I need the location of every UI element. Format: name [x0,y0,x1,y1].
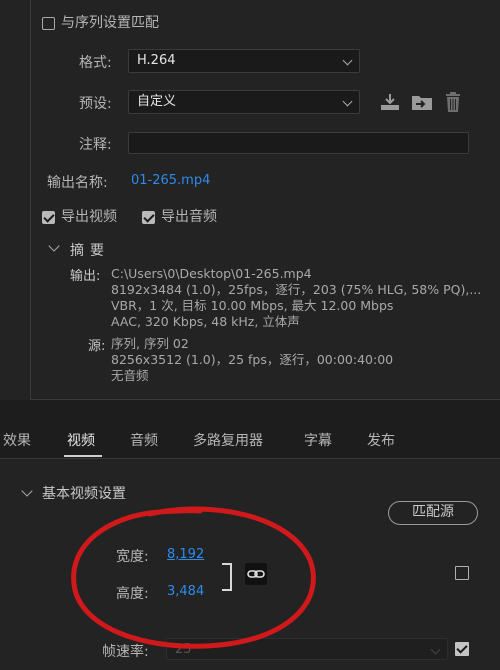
checkbox-box[interactable] [42,211,55,224]
format-value: H.264 [137,53,176,68]
summary-source-label: 源: [88,339,106,354]
basic-video-settings-panel: 基本视频设置 匹配源 宽度: 8,192 高度: 3,484 帧速率: 25 [0,458,500,670]
tab-captions[interactable]: 字幕 [304,430,332,450]
preset-label: 预设: [79,96,112,112]
tab-multiplexer[interactable]: 多路复用器 [193,430,263,450]
frame-rate-label: 帧速率: [102,644,149,660]
chevron-down-icon [342,55,353,66]
summary-output-label: 输出: [70,269,101,284]
match-source-button[interactable]: 匹配源 [388,501,478,525]
output-name-link[interactable]: 01-265.mp4 [131,173,210,188]
active-tab-indicator [64,455,102,457]
link-icon [247,570,265,578]
frame-rate-value: 25 [175,642,192,657]
checkbox-box[interactable] [42,17,55,30]
summary-source-line: 序列, 序列 02 [111,336,189,351]
basic-video-title: 基本视频设置 [42,486,126,502]
import-preset-icon[interactable] [410,92,434,112]
width-label: 宽度: [116,549,149,565]
summary-output-line: AAC, 320 Kbps, 48 kHz, 立体声 [111,314,300,329]
aspect-lock-bracket [222,563,232,591]
export-audio-checkbox[interactable] [142,209,155,228]
comment-label: 注释: [79,137,112,153]
height-label: 高度: [116,586,149,602]
chevron-down-icon [342,96,353,107]
tab-video[interactable]: 视频 [67,430,95,450]
frame-rate-dropdown[interactable]: 25 [166,638,448,660]
export-video-checkbox[interactable] [42,209,55,228]
summary-output-line: VBR，1 次, 目标 10.00 Mbps, 最大 12.00 Mbps [111,298,394,313]
format-dropdown[interactable]: H.264 [128,49,360,73]
preset-dropdown[interactable]: 自定义 [128,90,360,114]
export-audio-label: 导出音频 [161,209,217,225]
comment-input[interactable] [128,132,469,154]
chevron-down-icon [430,644,441,655]
tab-audio[interactable]: 音频 [130,430,158,450]
preset-value: 自定义 [137,94,177,109]
export-video-label: 导出视频 [61,209,117,225]
summary-source-line: 无音频 [111,368,149,383]
resize-checkbox[interactable] [455,566,469,580]
output-name-label: 输出名称: [47,175,108,191]
height-value[interactable]: 3,484 [167,584,204,599]
format-label: 格式: [79,55,112,71]
match-sequence-label: 与序列设置匹配 [61,15,159,31]
settings-tabs: 效果 视频 音频 多路复用器 字幕 发布 [0,422,500,457]
match-sequence-checkbox[interactable] [42,15,55,34]
collapse-chevron-icon[interactable] [21,485,33,497]
summary-output-line: C:\Users\0\Desktop\01-265.mp4 [111,266,312,281]
tab-effects[interactable]: 效果 [3,430,31,450]
save-preset-icon[interactable] [379,92,401,112]
tab-publish[interactable]: 发布 [367,430,395,450]
frame-rate-match-checkbox[interactable] [455,642,469,656]
width-value[interactable]: 8,192 [167,547,204,562]
checkbox-box[interactable] [142,211,155,224]
checkmark-icon [456,642,468,654]
summary-title: 摘要 [70,243,110,259]
delete-preset-icon[interactable] [444,91,462,113]
constrain-proportions-button[interactable] [245,563,267,585]
summary-source-line: 8256x3512 (1.0)，25 fps，逐行，00:00:40:00 [111,352,394,367]
export-settings-panel: 与序列设置匹配 格式: H.264 预设: 自定义 注释: 输出名称: 01-2… [0,0,500,400]
summary-output-line: 8192x3484 (1.0)，25fps，逐行，203 (75% HLG, 5… [111,282,482,297]
